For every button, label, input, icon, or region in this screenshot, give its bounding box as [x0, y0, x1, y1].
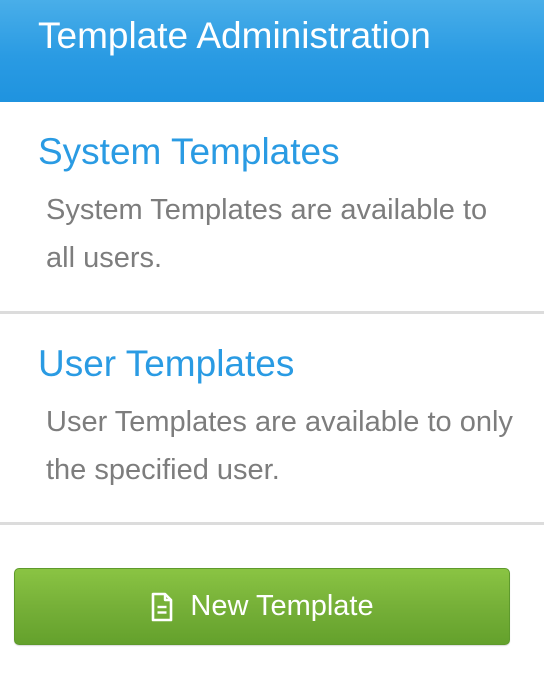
system-templates-section: System Templates System Templates are av…: [0, 102, 544, 312]
system-templates-description: System Templates are available to all us…: [46, 194, 488, 274]
user-templates-link[interactable]: User Templates: [38, 342, 294, 386]
page-title: Template Administration: [38, 15, 431, 56]
user-templates-description: User Templates are available to only the…: [46, 406, 513, 486]
new-template-button[interactable]: New Template: [14, 568, 510, 645]
system-templates-link[interactable]: System Templates: [38, 130, 340, 174]
template-admin-panel: Template Administration System Templates…: [0, 0, 544, 680]
section-divider: [0, 522, 544, 525]
user-templates-section: User Templates User Templates are availa…: [0, 314, 544, 524]
new-template-label: New Template: [190, 590, 374, 622]
file-text-icon: [150, 592, 174, 622]
panel-header: Template Administration: [0, 0, 544, 102]
